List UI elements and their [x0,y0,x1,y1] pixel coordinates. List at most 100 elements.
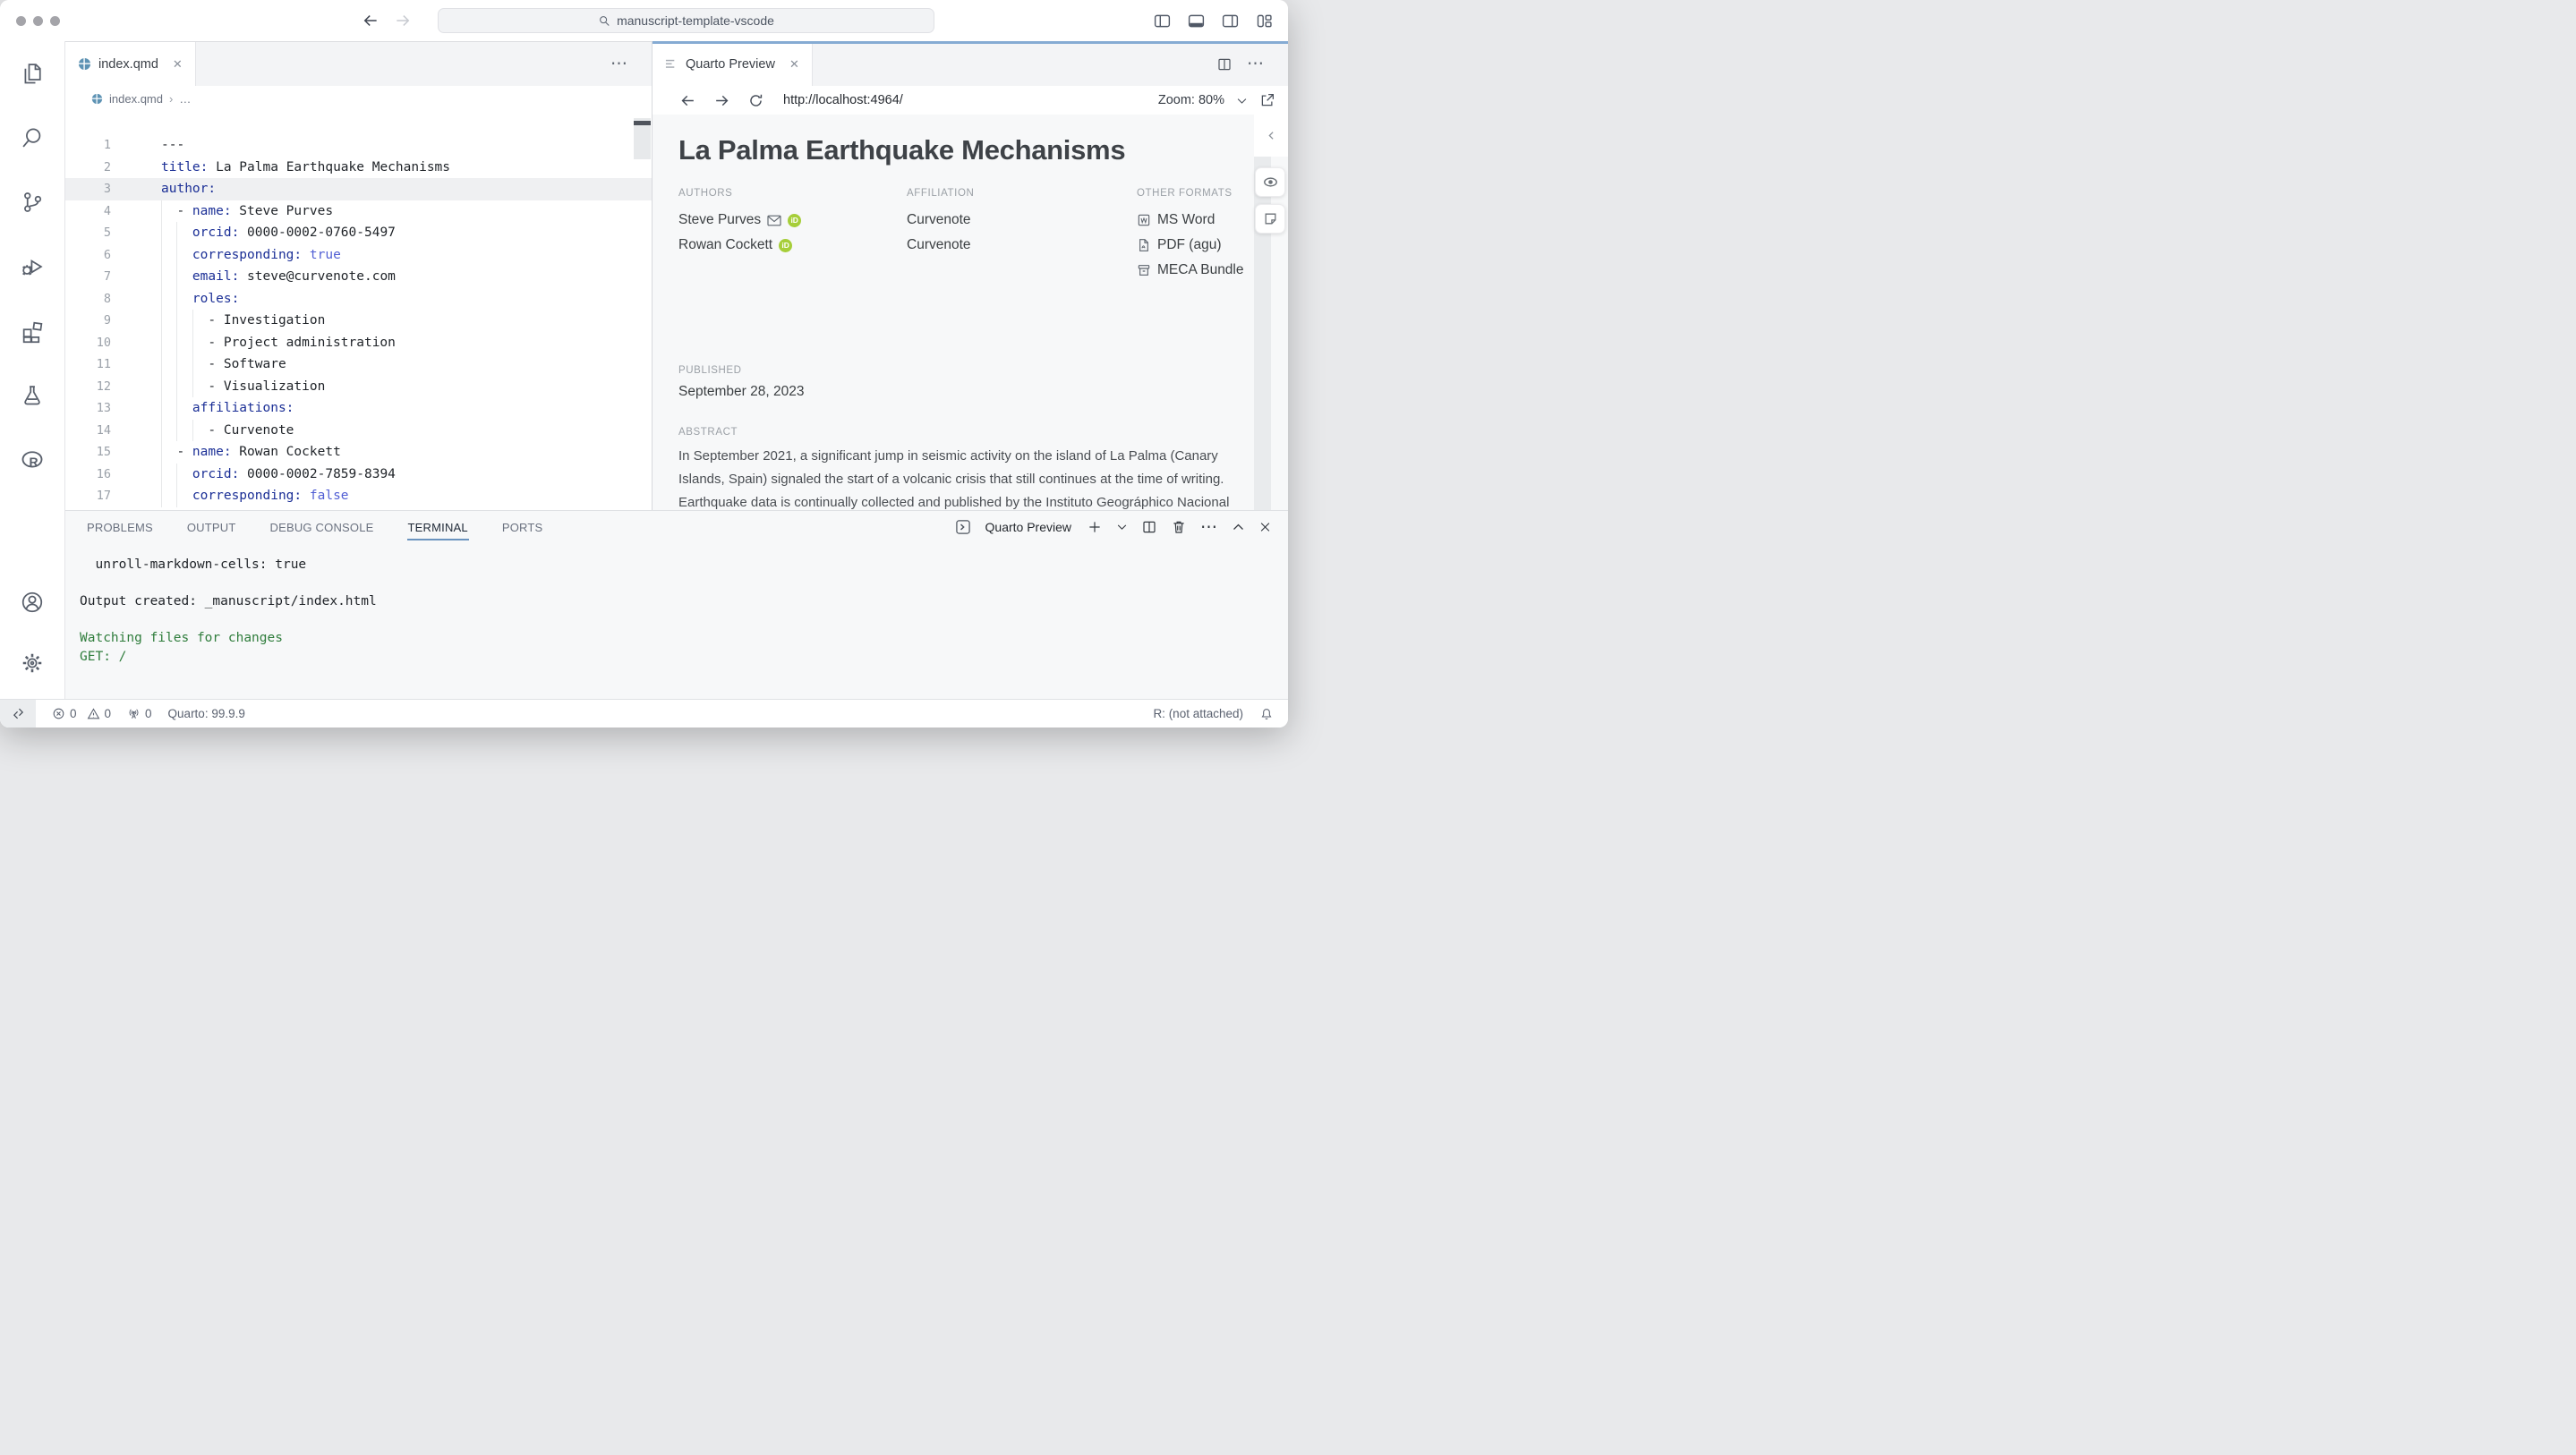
code-line-8[interactable]: 8 roles: [65,288,652,311]
code-editor[interactable]: 1---2title: La Palma Earthquake Mechanis… [65,111,652,510]
editor-tab-strip: index.qmd ✕ ⋯ [65,41,652,86]
history-back-icon[interactable] [362,12,380,30]
command-center-search[interactable]: manuscript-template-vscode [438,8,934,33]
breadcrumb-more[interactable]: … [179,92,191,106]
authors-label: AUTHORS [678,188,900,199]
code-line-5[interactable]: 5 orcid: 0000-0002-0760-5497 [65,222,652,244]
run-and-debug-icon[interactable] [20,254,45,279]
toggle-primary-sidebar-icon[interactable] [1153,12,1172,30]
preview-actions-more-icon[interactable]: ⋯ [1247,55,1265,72]
code-line-3[interactable]: 3author: [65,178,652,200]
line-number: 14 [65,420,111,442]
line-number: 10 [65,332,111,354]
chevron-down-icon[interactable] [1235,94,1249,107]
line-number: 7 [65,266,111,288]
split-editor-icon[interactable] [1216,56,1233,72]
close-window-icon[interactable] [16,16,26,26]
close-panel-icon[interactable] [1258,519,1272,535]
editor-actions-more-icon[interactable]: ⋯ [610,55,628,72]
zoom-window-icon[interactable] [50,16,60,26]
line-number: 5 [65,222,111,244]
kill-terminal-icon[interactable] [1171,519,1187,535]
author-name: Steve Purves [678,212,761,228]
breadcrumb-file[interactable]: index.qmd [109,92,163,106]
toggle-secondary-sidebar-icon[interactable] [1221,12,1240,30]
terminal-session-label[interactable]: Quarto Preview [985,520,1071,534]
preview-list-icon [665,57,678,71]
breadcrumb[interactable]: index.qmd › … [65,86,652,111]
toggle-visibility-button[interactable] [1255,167,1285,197]
tab-quarto-preview[interactable]: Quarto Preview ✕ [653,42,813,86]
abstract-label: ABSTRACT [678,427,1252,438]
warning-count: 0 [105,707,112,720]
explorer-icon[interactable] [20,61,45,86]
open-external-icon[interactable] [1259,92,1275,108]
code-line-1[interactable]: 1--- [65,134,652,157]
editor-scrollbar-decoration [634,121,651,125]
accounts-icon[interactable] [20,590,45,615]
close-tab-icon[interactable]: ✕ [173,57,183,72]
code-line-9[interactable]: 9 - Investigation [65,310,652,332]
line-number: 6 [65,244,111,267]
code-line-15[interactable]: 15 - name: Rowan Cockett [65,441,652,464]
code-line-2[interactable]: 2title: La Palma Earthquake Mechanisms [65,157,652,179]
panel-more-icon[interactable]: ⋯ [1200,519,1218,536]
code-line-4[interactable]: 4 - name: Steve Purves [65,200,652,223]
tab-index-qmd[interactable]: index.qmd ✕ [65,42,196,86]
customize-layout-icon[interactable] [1255,12,1274,30]
collapse-sidebar-button[interactable] [1254,115,1288,157]
code-line-10[interactable]: 10 - Project administration [65,332,652,354]
zoom-level-label[interactable]: Zoom: 80% [1158,93,1224,107]
notes-button[interactable] [1255,204,1285,234]
preview-back-icon[interactable] [679,92,696,109]
code-line-14[interactable]: 14 - Curvenote [65,420,652,442]
toggle-panel-icon[interactable] [1187,12,1206,30]
code-line-13[interactable]: 13 affiliations: [65,397,652,420]
panel-tab-debug-console[interactable]: DEBUG CONSOLE [269,513,375,542]
activity-bar: R [0,41,65,699]
breadcrumb-separator: › [169,92,173,106]
panel-tab-ports[interactable]: PORTS [501,513,544,542]
close-tab-icon[interactable]: ✕ [789,57,799,72]
mail-icon[interactable] [767,215,781,226]
remote-indicator[interactable] [0,700,36,728]
history-forward-icon[interactable] [394,12,412,30]
line-number: 12 [65,376,111,398]
bottom-panel: PROBLEMS OUTPUT DEBUG CONSOLE TERMINAL PORTS… [65,510,1288,699]
problems-status[interactable]: 0 0 [52,707,111,720]
extensions-icon[interactable] [20,319,45,344]
preview-url[interactable]: http://localhost:4964/ [783,93,903,107]
preview-toolbar: http://localhost:4964/ Zoom: 80% [653,86,1288,115]
settings-gear-icon[interactable] [20,651,45,676]
panel-tab-problems[interactable]: PROBLEMS [86,513,154,542]
quarto-version-status[interactable]: Quarto: 99.9.9 [168,707,245,720]
code-line-7[interactable]: 7 email: steve@curvenote.com [65,266,652,288]
source-control-icon[interactable] [20,190,45,215]
orcid-icon[interactable]: iD [779,239,792,252]
code-line-11[interactable]: 11 - Software [65,353,652,376]
line-number: 9 [65,310,111,332]
split-terminal-icon[interactable] [1141,519,1157,535]
preview-forward-icon[interactable] [713,92,730,109]
code-line-6[interactable]: 6 corresponding: true [65,244,652,267]
panel-tab-output[interactable]: OUTPUT [186,513,237,542]
r-language-icon[interactable]: R [20,447,45,472]
notifications-bell-icon[interactable] [1259,707,1274,721]
search-view-icon[interactable] [20,125,45,150]
preview-webview: La Palma Earthquake Mechanisms AUTHORS S… [653,115,1288,510]
code-line-16[interactable]: 16 orcid: 0000-0002-7859-8394 [65,464,652,486]
ports-status[interactable]: 0 [127,707,152,720]
minimize-window-icon[interactable] [33,16,43,26]
terminal-dropdown-icon[interactable] [1116,519,1128,535]
panel-tab-terminal[interactable]: TERMINAL [407,513,469,542]
maximize-panel-icon[interactable] [1232,519,1245,535]
r-status[interactable]: R: (not attached) [1153,707,1243,720]
new-terminal-icon[interactable] [1087,519,1103,535]
code-line-17[interactable]: 17 corresponding: false [65,485,652,507]
terminal-output[interactable]: unroll-markdown-cells: true Output creat… [65,543,1288,699]
format-label: MS Word [1157,212,1215,228]
testing-icon[interactable] [20,383,45,408]
orcid-icon[interactable]: iD [788,214,801,227]
preview-refresh-icon[interactable] [747,92,764,109]
code-line-12[interactable]: 12 - Visualization [65,376,652,398]
